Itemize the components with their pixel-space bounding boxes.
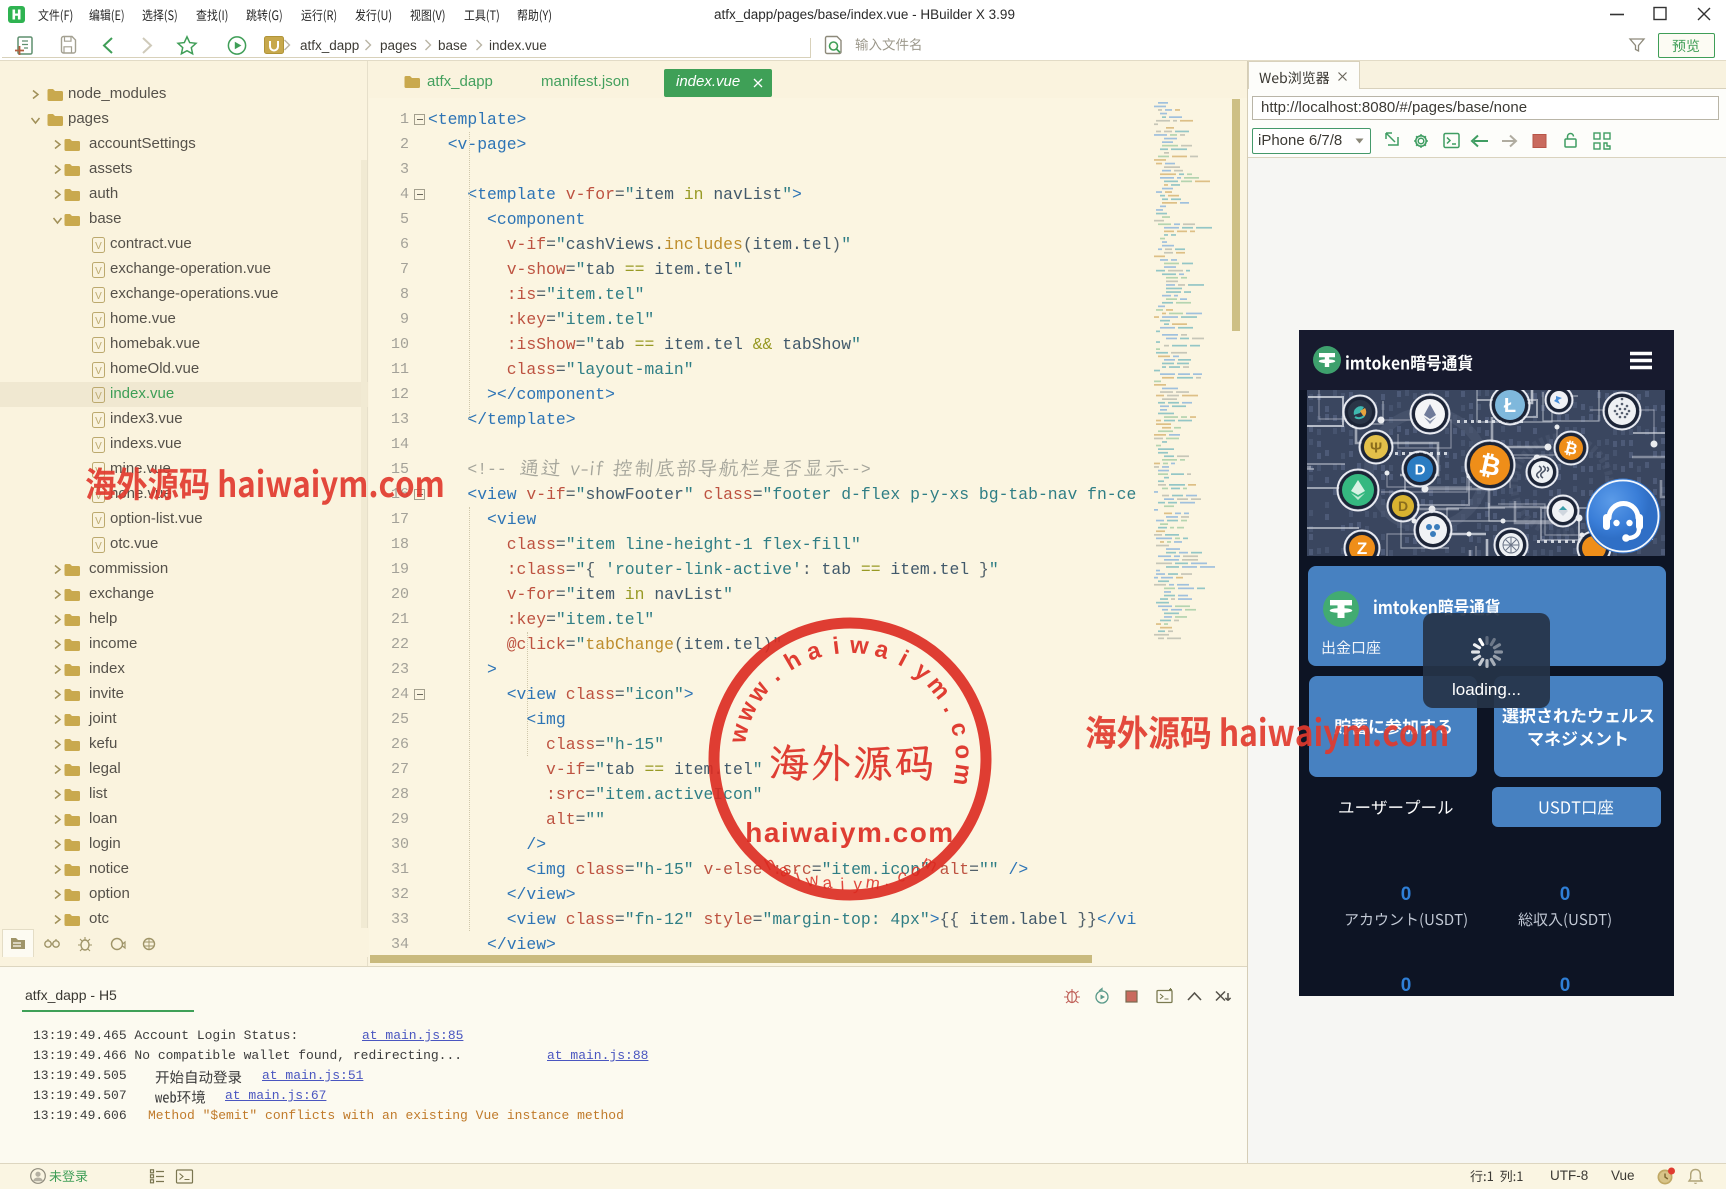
- svg-text:D: D: [1415, 461, 1426, 478]
- svg-text:Ψ: Ψ: [1370, 439, 1382, 456]
- svg-text:m: m: [919, 852, 940, 875]
- svg-text:V: V: [95, 291, 102, 302]
- svg-text:a: a: [776, 860, 793, 881]
- svg-text:m: m: [865, 873, 882, 894]
- svg-text:V: V: [95, 391, 102, 402]
- svg-text:.: .: [883, 870, 892, 890]
- svg-text:V: V: [95, 266, 102, 277]
- svg-text:a: a: [821, 873, 833, 893]
- svg-text:i: i: [840, 875, 845, 894]
- svg-text:V: V: [95, 516, 102, 527]
- svg-text:D: D: [1398, 498, 1408, 514]
- svg-text:V: V: [95, 366, 102, 377]
- svg-text:V: V: [95, 341, 102, 352]
- svg-text:Z: Z: [1357, 539, 1367, 558]
- svg-text:V: V: [95, 416, 102, 427]
- svg-text:V: V: [95, 541, 102, 552]
- svg-text:i: i: [793, 866, 802, 885]
- svg-text:c: c: [895, 866, 909, 887]
- svg-text:Ł: Ł: [1504, 395, 1516, 417]
- svg-text:V: V: [95, 241, 102, 252]
- svg-text:y: y: [853, 875, 863, 894]
- svg-text:V: V: [95, 441, 102, 452]
- svg-text:V: V: [95, 316, 102, 327]
- svg-text:w: w: [803, 869, 821, 891]
